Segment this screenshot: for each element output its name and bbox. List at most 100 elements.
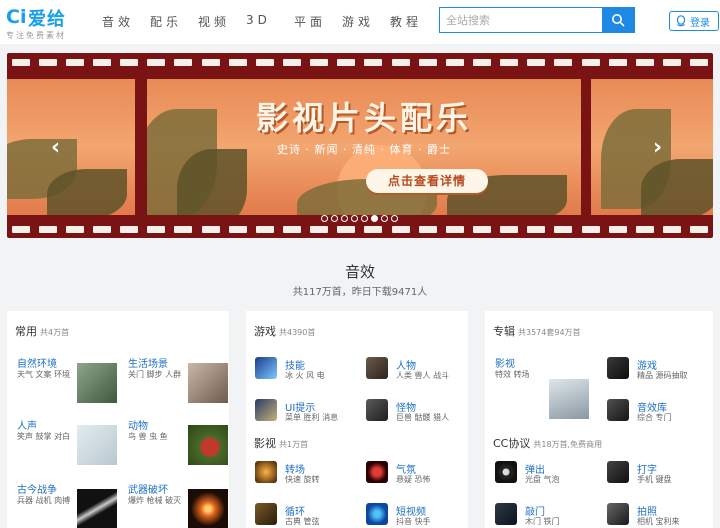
thumb-voice-image[interactable]: [77, 425, 117, 465]
film-hole: [310, 225, 329, 233]
carousel-dot[interactable]: [371, 215, 378, 222]
category-item-knock[interactable]: 敲门 木门 铁门: [495, 503, 603, 528]
category-head-count: 共4390首: [279, 328, 316, 337]
search-input[interactable]: [440, 8, 604, 32]
carousel-dot[interactable]: [351, 215, 358, 222]
banner-cta-button[interactable]: 点击查看详情: [366, 169, 488, 193]
knock-icon: [495, 503, 517, 525]
film-hole: [282, 58, 301, 66]
hero-banner[interactable]: 影视片头配乐 史诗 · 新闻 · 清纯 · 体育 · 爵士 点击查看详情 ‹ ›: [7, 53, 713, 238]
nav-item-sound[interactable]: 音效: [102, 13, 150, 30]
category-item-photo[interactable]: 拍照 相机 宝利来: [607, 503, 715, 528]
category-item-short-video[interactable]: 短视频 抖音 快手: [366, 503, 474, 528]
chevron-left-icon[interactable]: ‹: [51, 135, 60, 160]
film-hole: [472, 58, 491, 66]
category-head: 常用 共4万首: [15, 323, 69, 339]
category-item-ui-hint[interactable]: UI提示 菜单 胜利 消息: [255, 399, 363, 429]
item-name: 生活场景: [128, 359, 168, 370]
category-item-album-game[interactable]: 游戏 精品 源码抽取: [607, 357, 715, 387]
section-title: 音效: [344, 263, 375, 281]
film-hole: [635, 58, 654, 66]
qq-icon: [676, 15, 686, 27]
film-hole: [527, 58, 546, 66]
carousel-dot[interactable]: [361, 215, 368, 222]
category-item-loop[interactable]: 循环 古典 管弦: [255, 503, 363, 528]
carousel-dot[interactable]: [321, 215, 328, 222]
category-item-typing[interactable]: 打字 手机 键盘: [607, 461, 715, 491]
category-item-atmosphere[interactable]: 气氛 悬疑 恐怖: [366, 461, 474, 491]
film-hole: [120, 225, 139, 233]
category-item-character[interactable]: 人物 人类 兽人 战斗: [366, 357, 474, 387]
nav-item-3d[interactable]: 3D: [246, 13, 294, 30]
sound-library-icon: [607, 399, 629, 421]
atmosphere-icon: [366, 461, 388, 483]
film-hole: [581, 58, 600, 66]
film-hole: [608, 58, 627, 66]
film-hole: [364, 58, 383, 66]
film-hole: [92, 58, 111, 66]
qq-login-button[interactable]: 登录: [669, 11, 719, 31]
login-label: 登录: [690, 17, 710, 29]
category-item-transition[interactable]: 转场 快速 旋转: [255, 461, 363, 491]
thumb-ladybug-image[interactable]: [188, 425, 228, 465]
category-head: CC协议 共18万首,免费商用: [493, 435, 602, 451]
search-button[interactable]: [602, 7, 634, 33]
search-icon: [612, 14, 625, 27]
film-hole: [174, 58, 193, 66]
category-head-count: 共4万首: [40, 328, 70, 337]
film-hole: [65, 225, 84, 233]
film-hole: [500, 225, 519, 233]
film-hole: [662, 225, 681, 233]
carousel-dot[interactable]: [381, 215, 388, 222]
nav-item-video[interactable]: 视频: [198, 13, 246, 30]
film-hole: [364, 225, 383, 233]
item-tags: 天气 文案 环境: [17, 370, 71, 379]
film-hole: [500, 58, 519, 66]
carousel-dot[interactable]: [331, 215, 338, 222]
search-box: [439, 7, 635, 33]
item-tags: 笑声 鼓掌 对白: [17, 432, 71, 441]
carousel-dot[interactable]: [391, 215, 398, 222]
nav-item-music[interactable]: 配乐: [150, 13, 198, 30]
category-head-count: 共18万首,免费商用: [533, 440, 603, 449]
item-tags: 手机 键盘: [637, 475, 672, 484]
category-head: 专辑 共3574套94万首: [493, 323, 581, 339]
nav-item-game[interactable]: 游戏: [342, 13, 390, 30]
category-item-skill[interactable]: 技能 冰 火 风 电: [255, 357, 363, 387]
item-tags: 特效 转场: [495, 370, 530, 379]
thumb-sword-image[interactable]: [77, 489, 117, 528]
film-hole: [282, 225, 301, 233]
nav-item-graphic[interactable]: 平面: [294, 13, 342, 30]
category-head-title: 常用: [15, 325, 37, 338]
film-hole: [38, 225, 57, 233]
category-item-monster[interactable]: 怪物 巨兽 骷髅 猎人: [366, 399, 474, 429]
chevron-right-icon[interactable]: ›: [653, 135, 662, 160]
film-hole: [445, 58, 464, 66]
film-hole: [391, 58, 410, 66]
site-logo[interactable]: Ci 爱给 专注免费素材: [6, 4, 84, 40]
character-icon: [366, 357, 388, 379]
film-hole: [581, 225, 600, 233]
item-tags: 快速 旋转: [285, 475, 320, 484]
film-hole: [635, 225, 654, 233]
thumb-forest-image[interactable]: [77, 363, 117, 403]
item-tags: 精品 源码抽取: [637, 371, 688, 380]
film-hole: [337, 225, 356, 233]
nav-item-tutorial[interactable]: 教程: [390, 13, 438, 30]
category-head-title: 专辑: [493, 325, 515, 338]
item-tags: 菜单 胜利 消息: [285, 413, 339, 422]
carousel-dot[interactable]: [341, 215, 348, 222]
category-item-sound-library[interactable]: 音效库 综合 专门: [607, 399, 715, 429]
item-tags: 人类 兽人 战斗: [396, 371, 450, 380]
item-tags: 木门 铁门: [525, 517, 560, 526]
category-item-popup[interactable]: 弹出 光盘 气泡: [495, 461, 603, 491]
thumb-explosion-image[interactable]: [188, 489, 228, 528]
film-hole: [38, 58, 57, 66]
logo-slogan: 专注免费素材: [6, 31, 66, 40]
category-head-title: 游戏: [254, 325, 276, 338]
short-video-icon: [366, 503, 388, 525]
film-hole: [418, 58, 437, 66]
thumb-door-image[interactable]: [188, 363, 228, 403]
film-hole: [337, 58, 356, 66]
thumb-album-film-image[interactable]: [549, 379, 589, 419]
